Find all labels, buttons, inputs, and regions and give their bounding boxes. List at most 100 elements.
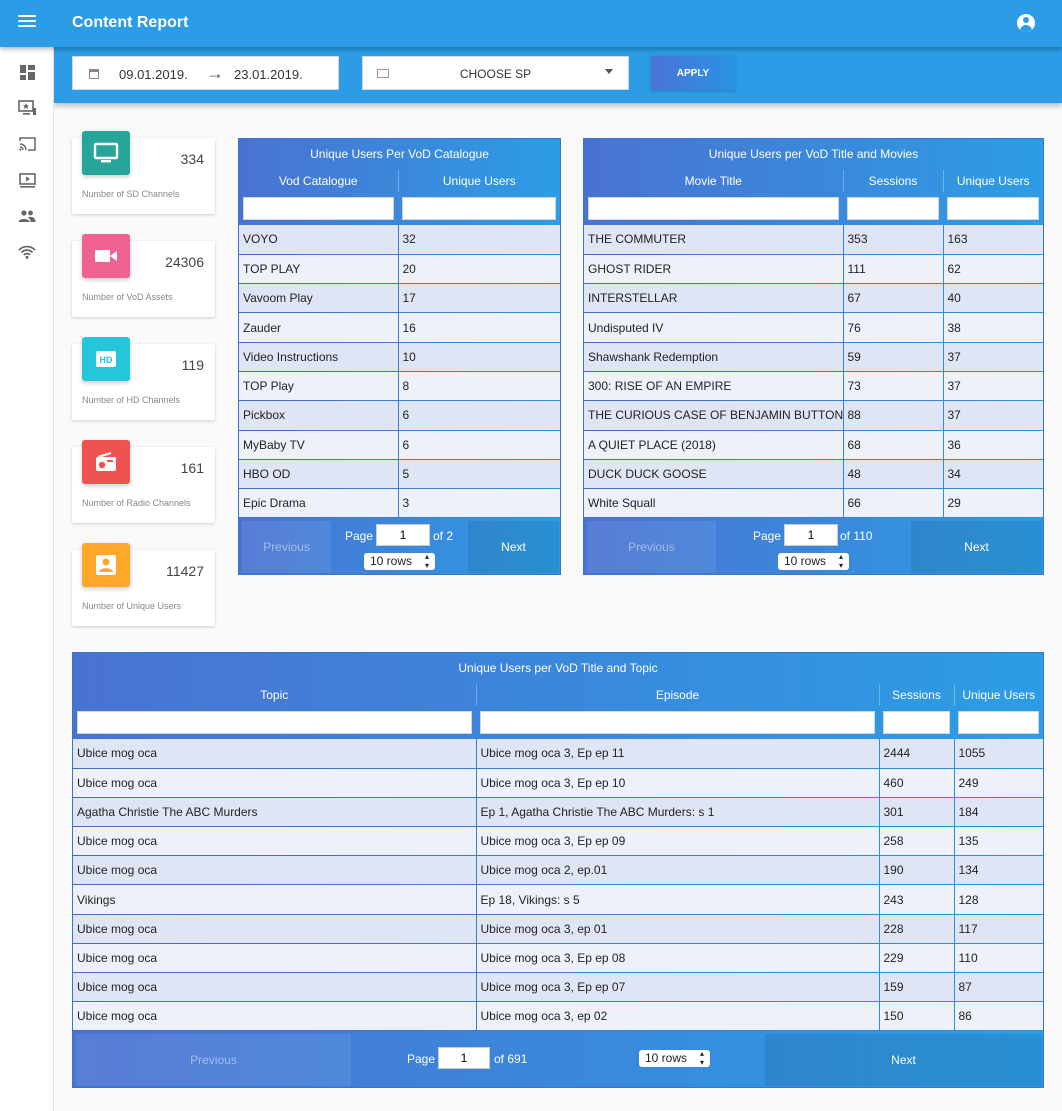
previous-button[interactable]: Previous [587, 521, 716, 574]
table-cell: Video Instructions [239, 342, 398, 372]
table-row[interactable]: Ubice mog oca Ubice mog oca 2, ep.01 190 13… [73, 855, 1043, 886]
table-row[interactable]: Ubice mog oca Ubice mog oca 3, ep 01 228 11… [73, 914, 1043, 944]
column-header[interactable]: Unique Users [398, 170, 560, 192]
table-row[interactable]: GHOST RIDER 111 62 [584, 254, 1043, 285]
table-cell: 110 [953, 943, 1043, 974]
date-end[interactable]: 23.01.2019. [234, 67, 303, 82]
tv-star-icon[interactable] [17, 98, 37, 118]
previous-button[interactable]: Previous [76, 1034, 351, 1087]
table-row[interactable]: TOP Play 8 [239, 371, 560, 402]
filter-input[interactable] [480, 711, 875, 734]
table-title: Unique Users per VoD Title and Topic [458, 661, 658, 675]
table-row[interactable]: INTERSTELLAR 67 40 [584, 283, 1043, 314]
table-row[interactable]: THE COMMUTER 353 163 [584, 225, 1043, 255]
column-header[interactable]: Unique Users [943, 170, 1043, 192]
filter-input[interactable] [588, 197, 839, 220]
table-cell: 68 [842, 430, 943, 460]
table-row[interactable]: Epic Drama 3 [239, 488, 560, 519]
sp-select[interactable]: CHOOSE SP [362, 56, 629, 90]
table-row[interactable]: THE CURIOUS CASE OF BENJAMIN BUTTON 88 37 [584, 400, 1043, 431]
filter-input[interactable] [243, 197, 394, 220]
rows-per-page-select[interactable]: 10 rows [364, 552, 435, 571]
table-row[interactable]: Vikings Ep 18, Vikings: s 5 243 128 [73, 884, 1043, 915]
date-start[interactable]: 09.01.2019. [119, 67, 188, 82]
table-row[interactable]: Vavoom Play 17 [239, 283, 560, 314]
column-header[interactable]: Episode [476, 684, 880, 706]
dashboard-icon[interactable] [17, 62, 37, 82]
table-row[interactable]: DUCK DUCK GOOSE 48 34 [584, 459, 1043, 490]
wifi-icon[interactable] [17, 242, 37, 262]
column-header[interactable]: Vod Catalogue [239, 170, 399, 192]
filter-input[interactable] [883, 711, 950, 734]
column-header[interactable]: Sessions [843, 170, 944, 192]
table-row[interactable]: Ubice mog oca Ubice mog oca 3, Ep ep 11 24… [73, 739, 1043, 769]
page-count: of 2 [433, 529, 454, 544]
table-cell: 17 [397, 283, 560, 314]
table-row[interactable]: White Squall 66 29 [584, 488, 1043, 519]
previous-button[interactable]: Previous [242, 521, 331, 574]
table-row[interactable]: 300: RISE OF AN EMPIRE 73 37 [584, 371, 1043, 402]
apply-button[interactable]: APPLY [651, 56, 735, 90]
date-range-picker[interactable]: 09.01.2019. → 23.01.2019. [72, 56, 339, 90]
table-cell: Zauder [239, 312, 398, 343]
table-cell: 37 [942, 371, 1043, 402]
svg-text:HD: HD [100, 355, 113, 365]
table-row[interactable]: Pickbox 6 [239, 400, 560, 431]
stat-label: Number of HD Channels [82, 395, 181, 405]
column-header[interactable]: Unique Users [954, 684, 1043, 706]
table-row[interactable]: A QUIET PLACE (2018) 68 36 [584, 430, 1043, 460]
table-cell: 128 [953, 884, 1043, 915]
filter-input[interactable] [947, 197, 1039, 220]
page-input[interactable] [784, 524, 838, 547]
table-cell: Ubice mog oca 3, Ep ep 11 [475, 739, 879, 769]
cast-icon[interactable] [17, 134, 37, 154]
table-cell: 48 [842, 459, 943, 490]
table-cell: 190 [878, 855, 954, 886]
column-header[interactable]: Sessions [879, 684, 955, 706]
column-header[interactable]: Movie Title [584, 170, 844, 192]
page-input[interactable] [438, 1047, 490, 1070]
filter-input[interactable] [958, 711, 1039, 734]
table-row[interactable]: Agatha Christie The ABC Murders Ep 1, Aga… [73, 797, 1043, 828]
table-row[interactable]: Undisputed IV 76 38 [584, 312, 1043, 343]
users-icon[interactable] [17, 206, 37, 226]
next-button[interactable]: Next [765, 1034, 1042, 1087]
filter-input[interactable] [77, 711, 472, 734]
stat-value: 161 [180, 460, 204, 476]
table-cell: 6 [397, 400, 560, 431]
table-row[interactable]: Video Instructions 10 [239, 342, 560, 372]
stat-label: Number of Unique Users [82, 601, 182, 611]
table-cell: Shawshank Redemption [584, 342, 843, 372]
page-input[interactable] [376, 524, 430, 547]
topics-table: Unique Users per VoD Title and Topic Top… [72, 652, 1044, 1088]
table-row[interactable]: VOYO 32 [239, 225, 560, 255]
filter-input[interactable] [847, 197, 939, 220]
play-icon[interactable] [17, 170, 37, 190]
rows-per-page-select[interactable]: 10 rows [778, 552, 849, 571]
app-title: Content Report [72, 14, 189, 31]
menu-icon[interactable] [18, 15, 36, 31]
table-cell: 243 [878, 884, 954, 915]
table-row[interactable]: Zauder 16 [239, 312, 560, 343]
table-row[interactable]: Ubice mog oca Ubice mog oca 3, Ep ep 07 15… [73, 972, 1043, 1003]
table-row[interactable]: Ubice mog oca Ubice mog oca 3, Ep ep 09 25… [73, 826, 1043, 857]
table-row[interactable]: Ubice mog oca Ubice mog oca 3, Ep ep 08 22… [73, 943, 1043, 974]
next-button[interactable]: Next [911, 521, 1042, 574]
next-button[interactable]: Next [468, 521, 559, 574]
table-cell: Ubice mog oca [73, 1001, 476, 1032]
stat-value: 334 [180, 151, 204, 167]
rows-per-page-select[interactable]: 10 rows [639, 1049, 710, 1068]
hd-icon: HD [82, 337, 130, 381]
table-row[interactable]: Shawshank Redemption 59 37 [584, 342, 1043, 372]
account-icon[interactable] [1017, 14, 1035, 32]
table-cell: Epic Drama [239, 488, 398, 519]
filter-input[interactable] [402, 197, 556, 220]
table-row[interactable]: MyBaby TV 6 [239, 430, 560, 460]
table-cell: 37 [942, 400, 1043, 431]
table-row[interactable]: Ubice mog oca Ubice mog oca 3, Ep ep 10 46… [73, 768, 1043, 798]
column-header[interactable]: Topic [73, 684, 477, 706]
table-row[interactable]: TOP PLAY 20 [239, 254, 560, 285]
table-row[interactable]: Ubice mog oca Ubice mog oca 3, ep 02 150 86 [73, 1001, 1043, 1032]
table-row[interactable]: HBO OD 5 [239, 459, 560, 490]
table-cell: 36 [942, 430, 1043, 460]
